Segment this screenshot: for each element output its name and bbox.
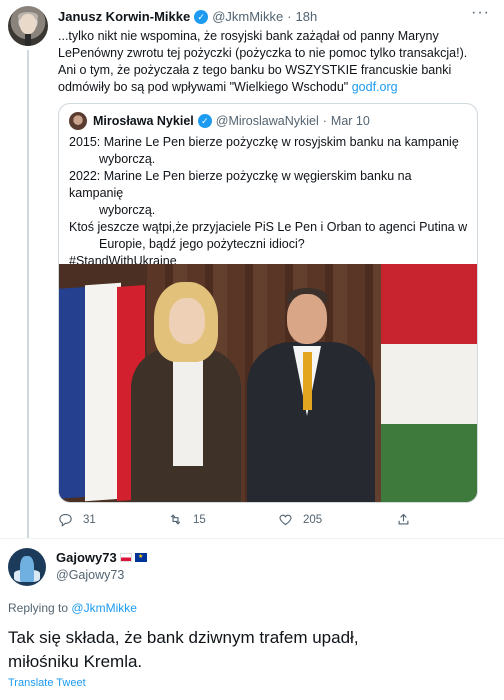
tweet-text-line: Tak się składa, że bank dziwnym trafem u… <box>8 628 359 647</box>
quote-avatar <box>69 112 87 130</box>
tweet-text-line: ...tylko nikt nie wspomina, że rosyjski … <box>58 29 439 43</box>
quote-tweet[interactable]: Mirosława Nykiel ✓ @MiroslawaNykiel · Ma… <box>58 103 478 503</box>
quote-line: wyborczą. <box>99 152 156 166</box>
share-icon <box>398 513 409 525</box>
reply-button[interactable]: 31 <box>58 512 96 527</box>
quote-line: wyborczą. <box>99 203 156 217</box>
tweet-text: ...tylko nikt nie wspomina, że rosyjski … <box>58 28 488 96</box>
external-link[interactable]: godf.org <box>352 80 398 94</box>
quote-line: 2022: Marine Le Pen bierze pożyczkę w wę… <box>69 169 412 200</box>
author-name[interactable]: Janusz Korwin-Mikke <box>58 9 190 24</box>
quote-line: 2015: Marine Le Pen bierze pożyczkę w ro… <box>69 135 459 149</box>
retweet-count: 15 <box>193 513 206 526</box>
tweet-actions: 31 15 205 <box>58 512 458 530</box>
verified-badge-icon: ✓ <box>194 9 209 24</box>
reply-icon <box>59 513 72 527</box>
tweet-reply[interactable]: Gajowy73 ★ @Gajowy73 Replying to @JkmMik… <box>0 540 504 700</box>
divider <box>0 538 504 539</box>
eu-flag-icon: ★ <box>134 553 147 562</box>
reply-count: 31 <box>83 513 96 526</box>
tweet-text-line: odmówiły bo są pod wpływami "Wielkiego W… <box>58 80 398 94</box>
more-options-icon[interactable]: ··· <box>471 4 490 22</box>
retweet-icon <box>170 514 181 525</box>
heart-icon <box>279 514 292 526</box>
thread-line <box>27 50 29 538</box>
quote-line: Ktoś jeszcze wątpi,że przyjaciele PiS Le… <box>69 220 468 234</box>
avatar[interactable] <box>8 548 46 586</box>
quote-photo[interactable] <box>59 264 477 502</box>
quote-line: Europie, bądź jego pożyteczni idioci? <box>99 237 305 251</box>
tweet-original[interactable]: Janusz Korwin-Mikke ✓ @JkmMikke · 18h ··… <box>0 0 504 540</box>
quote-author-handle: @MiroslawaNykiel <box>215 114 319 128</box>
retweet-button[interactable]: 15 <box>168 512 206 527</box>
author-handle[interactable]: @JkmMikke <box>212 9 283 24</box>
separator-dot: · <box>287 9 292 24</box>
tweet-text: Tak się składa, że bank dziwnym trafem u… <box>8 626 488 674</box>
separator-dot: · <box>322 114 327 128</box>
tweet-text-line: Ani o tym, że pożyczała z tego banku bo … <box>58 63 452 77</box>
quote-header: Mirosława Nykiel ✓ @MiroslawaNykiel · Ma… <box>69 112 370 130</box>
tweet-text-line: LePenówny zwrotu tej pożyczki (pożyczka … <box>58 46 468 60</box>
like-count: 205 <box>303 513 323 526</box>
tweet-header: Janusz Korwin-Mikke ✓ @JkmMikke · 18h <box>58 9 317 24</box>
timestamp[interactable]: 18h <box>296 9 318 24</box>
quote-text: 2015: Marine Le Pen bierze pożyczkę w ro… <box>69 134 469 270</box>
like-button[interactable]: 205 <box>278 512 322 527</box>
author-handle[interactable]: @Gajowy73 <box>56 568 124 582</box>
author-name-row: Gajowy73 ★ <box>56 550 147 565</box>
translate-tweet-link[interactable]: Translate Tweet <box>8 677 86 689</box>
share-button[interactable] <box>396 512 411 527</box>
poland-flag-icon <box>119 553 132 562</box>
verified-badge-icon: ✓ <box>197 114 212 128</box>
quote-timestamp: Mar 10 <box>330 114 370 128</box>
quote-author-name: Mirosława Nykiel <box>93 114 194 128</box>
avatar[interactable] <box>8 6 48 46</box>
replying-to: Replying to @JkmMikke <box>8 601 137 615</box>
mention-link[interactable]: @JkmMikke <box>71 601 137 615</box>
author-name[interactable]: Gajowy73 <box>56 550 117 565</box>
tweet-text-line: miłośniku Kremla. <box>8 652 143 671</box>
